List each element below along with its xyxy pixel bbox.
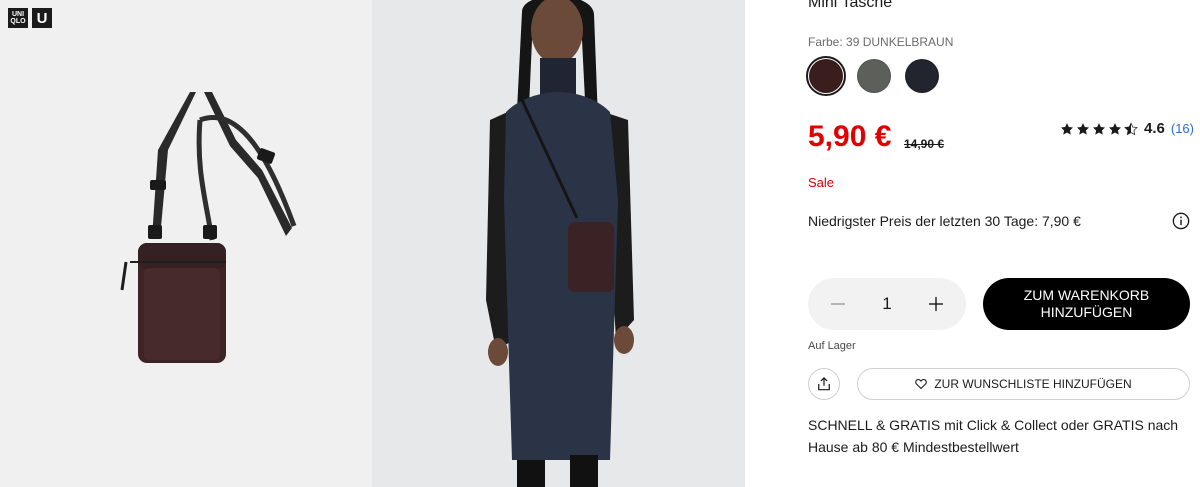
heart-icon xyxy=(915,378,928,390)
quantity-stepper: 1 xyxy=(808,278,966,330)
product-image-bag[interactable]: UNI QLO U xyxy=(0,0,372,487)
minus-icon xyxy=(831,303,845,305)
half-star-icon xyxy=(1124,121,1138,135)
original-price: 14,90 € xyxy=(904,137,945,151)
swatch-navy[interactable] xyxy=(902,56,942,96)
color-label: Farbe: 39 DUNKELBRAUN xyxy=(808,35,954,49)
add-to-cart-button[interactable]: ZUM WARENKORB HINZUFÜGEN xyxy=(983,278,1190,330)
stock-status: Auf Lager xyxy=(808,340,856,352)
product-title: Mini Tasche xyxy=(808,0,893,11)
swatch-color xyxy=(905,59,939,93)
add-to-wishlist-button[interactable]: ZUR WUNSCHLISTE HINZUFÜGEN xyxy=(857,368,1190,400)
swatch-olive[interactable] xyxy=(854,56,894,96)
bag-illustration xyxy=(120,92,297,363)
model-illustration xyxy=(486,0,634,487)
rating[interactable]: 4.6 (16) xyxy=(1060,120,1194,137)
rating-stars xyxy=(1060,121,1138,136)
swatch-color xyxy=(857,59,891,93)
rating-value: 4.6 xyxy=(1144,120,1165,137)
product-image-model[interactable] xyxy=(372,0,745,487)
decrease-quantity-button[interactable] xyxy=(826,292,850,316)
star-icon xyxy=(1109,122,1122,135)
quantity-value[interactable]: 1 xyxy=(882,294,891,314)
review-count-link[interactable]: (16) xyxy=(1171,121,1194,136)
star-icon xyxy=(1077,122,1090,135)
plus-icon xyxy=(929,297,943,311)
color-swatches xyxy=(806,56,942,96)
swatch-dark-brown[interactable] xyxy=(806,56,846,96)
sale-label: Sale xyxy=(808,175,835,190)
share-icon xyxy=(818,377,830,391)
info-icon[interactable] xyxy=(1172,212,1190,230)
star-icon xyxy=(1093,122,1106,135)
swatch-color xyxy=(809,59,843,93)
current-price: 5,90 € xyxy=(808,120,892,153)
wishlist-label: ZUR WUNSCHLISTE HINZUFÜGEN xyxy=(934,377,1132,391)
increase-quantity-button[interactable] xyxy=(924,292,948,316)
lowest-price-note: Niedrigster Preis der letzten 30 Tage: 7… xyxy=(808,213,1081,229)
share-button[interactable] xyxy=(808,368,840,400)
shipping-info: SCHNELL & GRATIS mit Click & Collect ode… xyxy=(808,417,1179,455)
star-icon xyxy=(1061,122,1074,135)
